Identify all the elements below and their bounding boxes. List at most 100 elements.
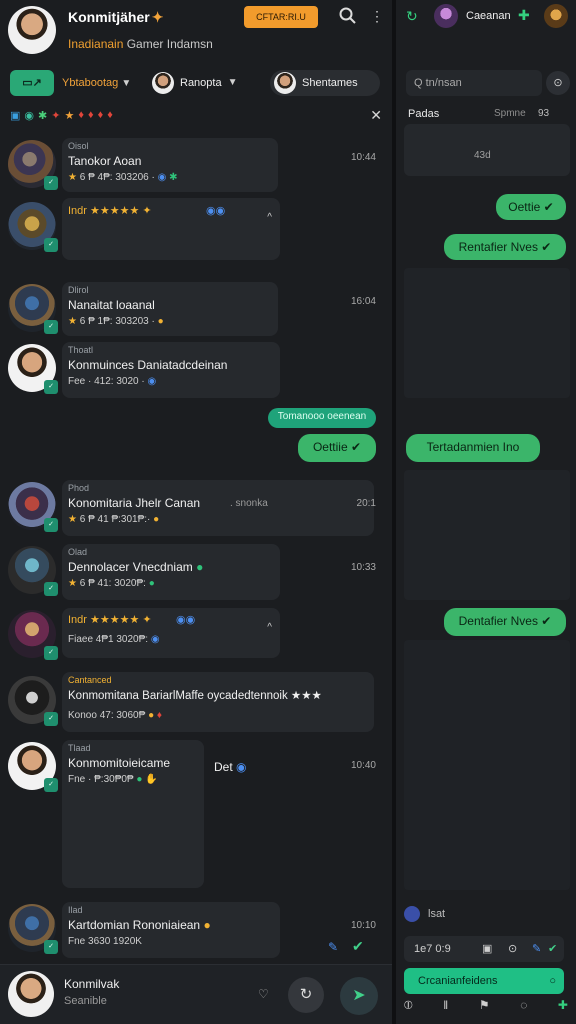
send-button[interactable]: ➤: [340, 977, 378, 1015]
chat-bubble[interactable]: Ilad Kartdomian Rononiaiean ● Fne 3630 1…: [62, 902, 280, 958]
star-icon[interactable]: ★: [64, 109, 74, 122]
all-chats-chip[interactable]: ▭↗: [10, 70, 54, 96]
badge-icon: ✓: [44, 238, 58, 252]
badge-icon: ✓: [44, 176, 58, 190]
chat-name: Indr ★★★★★ ✦: [68, 614, 152, 626]
emoji-icon[interactable]: ⊙: [508, 936, 517, 962]
leaf-icon: ✱: [169, 172, 178, 183]
list-item[interactable]: ✓ Indr ★★★★★ ✦ ◉◉ Fiaee 4₱1 3020₱: ◉ ^: [0, 608, 392, 660]
circle-icon: ○: [549, 975, 556, 987]
chevron-up-icon[interactable]: ^: [267, 212, 272, 223]
chat-name-extra: Det ◉: [214, 760, 247, 774]
message-input[interactable]: 1e7 0:9 ▣ ⊙ ✎ ✔: [404, 936, 564, 962]
heart-icon[interactable]: ✦: [51, 109, 60, 122]
filter-chip-b[interactable]: Ranopta ▼: [152, 70, 264, 96]
avatar: [152, 72, 174, 94]
chat-bubble[interactable]: Thoatl Konmuinces Daniatadcdeinan Fee · …: [62, 342, 280, 398]
chat-name: Indr ★★★★★ ✦: [68, 205, 152, 217]
sent-message[interactable]: Rentafier Nves ✔: [444, 234, 566, 260]
bars-icon[interactable]: ‖: [443, 998, 448, 1018]
tile-icon[interactable]: ▣: [10, 109, 20, 122]
flag-icon[interactable]: ⚑: [479, 998, 490, 1018]
check-icon[interactable]: ✔: [352, 938, 364, 955]
app-title: Konmitjäher ✦: [68, 9, 164, 25]
heart-icon[interactable]: ♦: [98, 109, 104, 121]
leaf-icon[interactable]: ✱: [38, 109, 47, 122]
list-item[interactable]: ✓ Cantanced Konmomitana BariarlMaffe oyc…: [0, 672, 392, 734]
chat-bubble[interactable]: Dlirol Nanaitat loaanal ★ 6 ₱ 1₱: 303203…: [62, 282, 278, 336]
conversation-search-input[interactable]: Q tn/nsan: [406, 70, 542, 96]
chat-tag: Dlirol: [68, 285, 89, 295]
check-icon[interactable]: ✔: [548, 936, 557, 962]
pen-icon[interactable]: ✎: [328, 940, 338, 954]
avatar[interactable]: [434, 4, 458, 28]
chat-avatar: ✓: [8, 610, 58, 660]
sent-message[interactable]: Dentafier Nves ✔: [444, 608, 566, 636]
list-item[interactable]: ✓ Indr ★★★★★ ✦ ◉◉ ^: [0, 198, 392, 264]
primary-action-button[interactable]: Crcanianfeidens ○: [404, 968, 564, 994]
plus-icon[interactable]: ✚: [518, 7, 530, 24]
badge-icon: ✓: [44, 940, 58, 954]
list-item[interactable]: ✓ Phod Konomitaria Jhelr Canan . snonka …: [0, 480, 392, 538]
chat-time: 10:44: [350, 152, 376, 163]
globe-icon: ◉: [150, 634, 160, 645]
hand-icon: ✋: [145, 774, 158, 785]
globe-icon[interactable]: ◉: [24, 109, 34, 122]
avatar[interactable]: [544, 4, 568, 28]
list-item[interactable]: ✓ Olad Dennolacer Vnecdniam ● ★ 6 ₱ 41: …: [0, 544, 392, 602]
chat-time: 16:04: [350, 296, 376, 307]
chat-bubble[interactable]: Cantanced Konmomitana BariarlMaffe oycad…: [62, 672, 374, 732]
heart-icon[interactable]: ♡: [258, 987, 269, 1001]
list-item[interactable]: ✓ Tlaad Konmomitoieicame Fne · ₱:30₱0₱ ●…: [0, 740, 392, 890]
chat-name-extra: . snonka: [230, 498, 268, 509]
chat-bubble[interactable]: Indr ★★★★★ ✦ ◉◉ Fiaee 4₱1 3020₱: ◉ ^: [62, 608, 280, 658]
sent-status-bubble[interactable]: Oettiie ✔: [298, 434, 376, 462]
globe-icon: ◉: [147, 376, 157, 387]
heart-icon[interactable]: ♦: [88, 109, 94, 121]
app-header: Konmitjäher ✦ Inadianain Gamer Indamsn CF…: [0, 0, 392, 64]
list-item[interactable]: ✓ Ilad Kartdomian Rononiaiean ● Fne 3630…: [0, 902, 392, 962]
info-card: 43d: [404, 124, 570, 176]
chevron-up-icon[interactable]: ^: [267, 622, 272, 633]
close-icon[interactable]: ✕: [370, 107, 382, 124]
more-icon[interactable]: ⋮: [370, 8, 384, 26]
heart-icon[interactable]: ♦: [107, 109, 113, 121]
avatar[interactable]: [8, 971, 54, 1017]
search-icon[interactable]: [338, 6, 358, 26]
chat-bubble[interactable]: Phod Konomitaria Jhelr Canan . snonka ★ …: [62, 480, 374, 536]
received-message[interactable]: Tertadanmien Ino: [406, 434, 540, 462]
chat-tag: Cantanced: [68, 675, 112, 685]
filter-chip-a[interactable]: Ybtabootag ▼: [60, 70, 150, 96]
chat-meta: ★ 6 ₱ 41: 3020₱: ●: [68, 578, 155, 589]
heart-icon[interactable]: ♦: [78, 109, 84, 121]
chat-bubble[interactable]: Tlaad Konmomitoieicame Fne · ₱:30₱0₱ ● ✋: [62, 740, 204, 888]
chat-tag: Olad: [68, 547, 88, 557]
sent-message[interactable]: Oettie ✔: [496, 194, 566, 220]
section-label-secondary: Spmne: [494, 108, 526, 119]
plus-icon[interactable]: ✚: [558, 998, 568, 1018]
filter-chip-c[interactable]: Shentames: [270, 70, 380, 96]
chat-meta: ★ 6 ₱ 1₱: 303203 · ●: [68, 316, 164, 327]
chat-meta: Fee · 412: 3020 · ◉: [68, 376, 157, 387]
promo-button[interactable]: CFTAR:RI.U: [244, 6, 318, 28]
card-value: 43d: [474, 150, 491, 161]
refresh-icon[interactable]: ↻: [406, 8, 418, 25]
attach-icon[interactable]: ⦶: [404, 998, 413, 1018]
list-item[interactable]: ✓ Dlirol Nanaitat loaanal ★ 6 ₱ 1₱: 3032…: [0, 282, 392, 340]
image-icon[interactable]: ▣: [482, 936, 492, 962]
refresh-button[interactable]: ↻: [288, 977, 324, 1013]
chat-bubble[interactable]: Indr ★★★★★ ✦ ◉◉ ^: [62, 198, 280, 260]
chat-avatar: ✓: [8, 284, 58, 334]
sent-message-small[interactable]: Tomanooo oeenean: [268, 408, 376, 428]
chat-avatar: ✓: [8, 676, 58, 726]
list-item[interactable]: ✓ Oisol Tanokor Aoan ★ 6 ₱ 4₱: 303206 · …: [0, 136, 392, 194]
emoji-icon: ●: [136, 774, 143, 785]
chat-name: Kartdomian Rononiaiean ●: [68, 918, 211, 932]
pen-icon[interactable]: ✎: [532, 936, 541, 962]
chat-bubble[interactable]: Olad Dennolacer Vnecdniam ● ★ 6 ₱ 41: 30…: [62, 544, 280, 600]
profile-avatar[interactable]: [8, 6, 56, 54]
chat-bubble[interactable]: Oisol Tanokor Aoan ★ 6 ₱ 4₱: 303206 · ◉ …: [62, 138, 278, 192]
chat-icon[interactable]: ◌: [520, 998, 527, 1018]
search-options-button[interactable]: ⊙: [546, 71, 570, 95]
list-item[interactable]: ✓ Thoatl Konmuinces Daniatadcdeinan Fee …: [0, 342, 392, 400]
